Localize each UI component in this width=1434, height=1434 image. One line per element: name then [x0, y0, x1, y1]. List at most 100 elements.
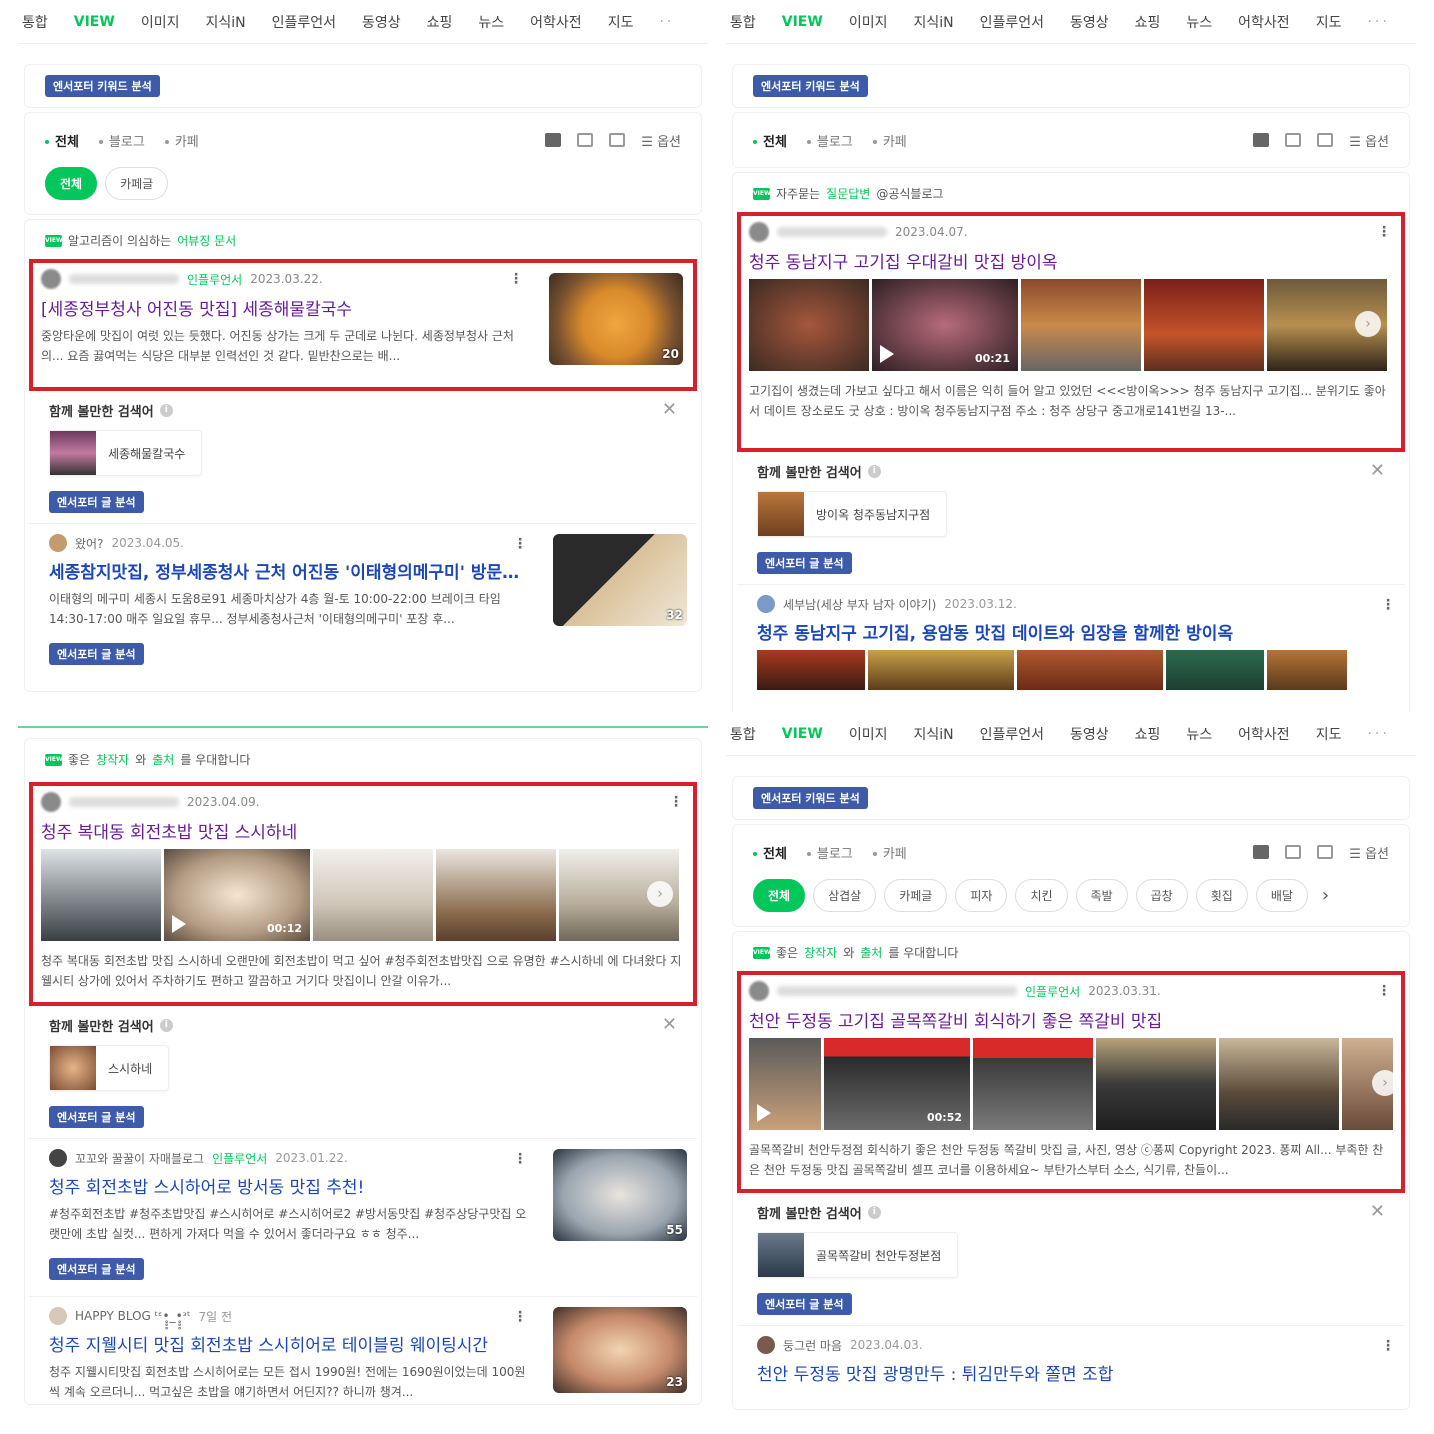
tab-all[interactable]: 통합: [730, 12, 756, 32]
tabs-more-icon[interactable]: ··: [659, 14, 674, 30]
post-thumbnail[interactable]: 32: [553, 534, 687, 626]
tab-image[interactable]: 이미지: [849, 12, 888, 32]
strip-image[interactable]: [1096, 1038, 1216, 1130]
strip-image[interactable]: [1267, 650, 1347, 690]
tab-video[interactable]: 동영상: [362, 12, 401, 32]
more-options-icon[interactable]: ⋮: [513, 1151, 527, 1167]
strip-image[interactable]: [1166, 650, 1264, 690]
post-title[interactable]: 천안 두정동 맛집 광명만두 : 튀김만두와 쫄면 조합: [757, 1360, 1385, 1385]
video-view-icon[interactable]: [609, 133, 626, 147]
filter-all[interactable]: 전체: [753, 843, 787, 862]
options-button[interactable]: ☰ 옵션: [641, 131, 681, 150]
post-analysis-badge[interactable]: 엔서포터 글 분석: [49, 1106, 144, 1128]
close-icon[interactable]: ✕: [662, 399, 677, 420]
post-title[interactable]: 청주 복대동 회전초밥 맛집 스시하네: [41, 818, 685, 843]
close-icon[interactable]: ✕: [1370, 460, 1385, 481]
tab-influencer[interactable]: 인플루언서: [980, 12, 1044, 32]
influencer-label[interactable]: 인플루언서: [187, 271, 242, 288]
filter-all[interactable]: 전체: [45, 131, 79, 150]
keyword-analysis-badge[interactable]: 엔서포터 키워드 분석: [753, 787, 868, 809]
strip-video[interactable]: 00:12: [164, 849, 310, 941]
close-icon[interactable]: ✕: [1370, 1201, 1385, 1222]
strip-image[interactable]: ›: [1267, 279, 1387, 371]
filter-blog[interactable]: 블로그: [98, 131, 145, 150]
more-options-icon[interactable]: ⋮: [1377, 983, 1391, 999]
more-options-icon[interactable]: ⋮: [1381, 597, 1395, 613]
tab-all[interactable]: 통합: [22, 12, 48, 32]
list-item[interactable]: 세부남(세상 부자 남자 이야기) 2023.03.12. ⋮ 청주 동남지구 고…: [737, 584, 1405, 710]
image-strip[interactable]: 00:21 ›: [749, 279, 1393, 371]
strip-image[interactable]: [1017, 650, 1163, 690]
tab-shopping[interactable]: 쇼핑: [1135, 12, 1161, 32]
card-view-icon[interactable]: [1285, 133, 1302, 147]
tab-shopping[interactable]: 쇼핑: [427, 12, 453, 32]
related-chip[interactable]: 스시하네: [49, 1045, 170, 1091]
list-view-icon[interactable]: [1253, 845, 1270, 859]
post-thumbnail[interactable]: 20: [549, 273, 683, 365]
post-analysis-badge[interactable]: 엔서포터 글 분석: [49, 1258, 144, 1280]
strip-image[interactable]: [973, 1038, 1093, 1130]
tab-news[interactable]: 뉴스: [1186, 12, 1212, 32]
post-title[interactable]: 청주 동남지구 고기집 우대갈비 맛집 방이옥: [749, 248, 1393, 273]
filter-blog[interactable]: 블로그: [806, 843, 853, 862]
post-title[interactable]: [세종정부청사 어진동 맛집] 세종해물칼국수: [41, 295, 521, 320]
strip-image[interactable]: [868, 650, 1014, 690]
info-icon[interactable]: i: [867, 1206, 881, 1219]
chip-pork-belly[interactable]: 삼겹살: [813, 879, 877, 912]
strip-image[interactable]: [757, 650, 865, 690]
more-options-icon[interactable]: ⋮: [513, 536, 527, 552]
chevron-right-icon[interactable]: ›: [647, 881, 673, 907]
list-item[interactable]: 둥그런 마음 2023.04.03. ⋮ 천안 두정동 맛집 광명만두 : 튀김만…: [737, 1325, 1405, 1401]
filter-cafe[interactable]: 카페: [872, 843, 907, 862]
tab-view[interactable]: VIEW: [782, 726, 823, 742]
card-view-icon[interactable]: [577, 133, 594, 147]
strip-image[interactable]: ›: [559, 849, 679, 941]
tab-news[interactable]: 뉴스: [1186, 724, 1212, 744]
chip-sashimi[interactable]: 횟집: [1195, 879, 1248, 912]
keyword-analysis-badge[interactable]: 엔서포터 키워드 분석: [45, 75, 160, 97]
chip-chicken[interactable]: 치킨: [1015, 879, 1068, 912]
post-title[interactable]: 천안 두정동 고기집 골목쪽갈비 회식하기 좋은 쪽갈비 맛집: [749, 1007, 1393, 1032]
post-title[interactable]: 청주 지웰시티 맛집 회전초밥 스시히어로 테이블링 웨이팅시간: [49, 1331, 533, 1356]
keyword-analysis-badge[interactable]: 엔서포터 키워드 분석: [753, 75, 868, 97]
strip-image[interactable]: [436, 849, 556, 941]
tabs-more-icon[interactable]: ···: [1367, 14, 1389, 30]
video-view-icon[interactable]: [1317, 845, 1334, 859]
tab-news[interactable]: 뉴스: [478, 12, 504, 32]
tab-kin[interactable]: 지식iN: [205, 12, 245, 32]
strip-image[interactable]: [41, 849, 161, 941]
chip-cafe[interactable]: 카페글: [884, 879, 948, 912]
strip-image[interactable]: [1219, 1038, 1339, 1130]
tabs-more-icon[interactable]: ···: [1367, 726, 1389, 742]
options-button[interactable]: ☰ 옵션: [1349, 131, 1389, 150]
more-options-icon[interactable]: ⋮: [669, 794, 683, 810]
post-analysis-badge[interactable]: 엔서포터 글 분석: [757, 1293, 852, 1315]
image-strip[interactable]: 00:52 ›: [749, 1038, 1393, 1130]
chip-delivery[interactable]: 배달: [1255, 879, 1308, 912]
tab-shopping[interactable]: 쇼핑: [1135, 724, 1161, 744]
tab-map[interactable]: 지도: [1316, 724, 1342, 744]
strip-image[interactable]: [1021, 279, 1141, 371]
tab-kin[interactable]: 지식iN: [913, 12, 953, 32]
tab-all[interactable]: 통합: [730, 724, 756, 744]
strip-video[interactable]: [749, 1038, 821, 1130]
post-analysis-badge[interactable]: 엔서포터 글 분석: [49, 643, 144, 665]
related-chip[interactable]: 골목쪽갈비 천안두정본점: [757, 1232, 959, 1278]
close-icon[interactable]: ✕: [662, 1014, 677, 1035]
post-analysis-badge[interactable]: 엔서포터 글 분석: [757, 552, 852, 574]
list-item[interactable]: HAPPY BLOG ᵗᵋ•̥̥̥_•̥̥̥ᵌᵗ 7일 전 ⋮ 청주 지웰시티 맛…: [29, 1296, 697, 1399]
strip-image[interactable]: 00:52: [824, 1038, 970, 1130]
image-strip[interactable]: 00:12 ›: [41, 849, 685, 941]
chip-gopchang[interactable]: 곱창: [1135, 879, 1188, 912]
info-icon[interactable]: i: [159, 1019, 173, 1032]
chip-pizza[interactable]: 피자: [955, 879, 1008, 912]
chip-all[interactable]: 전체: [753, 879, 806, 912]
strip-image[interactable]: [313, 849, 433, 941]
image-strip[interactable]: [757, 650, 1385, 690]
post-title[interactable]: 청주 회전초밥 스시하어로 방서동 맛집 추천!: [49, 1173, 533, 1198]
highlighted-post[interactable]: 2023.04.09. ⋮ 청주 복대동 회전초밥 맛집 스시하네 00:12 …: [29, 782, 697, 1006]
tab-map[interactable]: 지도: [1316, 12, 1342, 32]
tab-image[interactable]: 이미지: [849, 724, 888, 744]
tab-dictionary[interactable]: 어학사전: [1238, 724, 1290, 744]
tab-view[interactable]: VIEW: [74, 14, 115, 30]
